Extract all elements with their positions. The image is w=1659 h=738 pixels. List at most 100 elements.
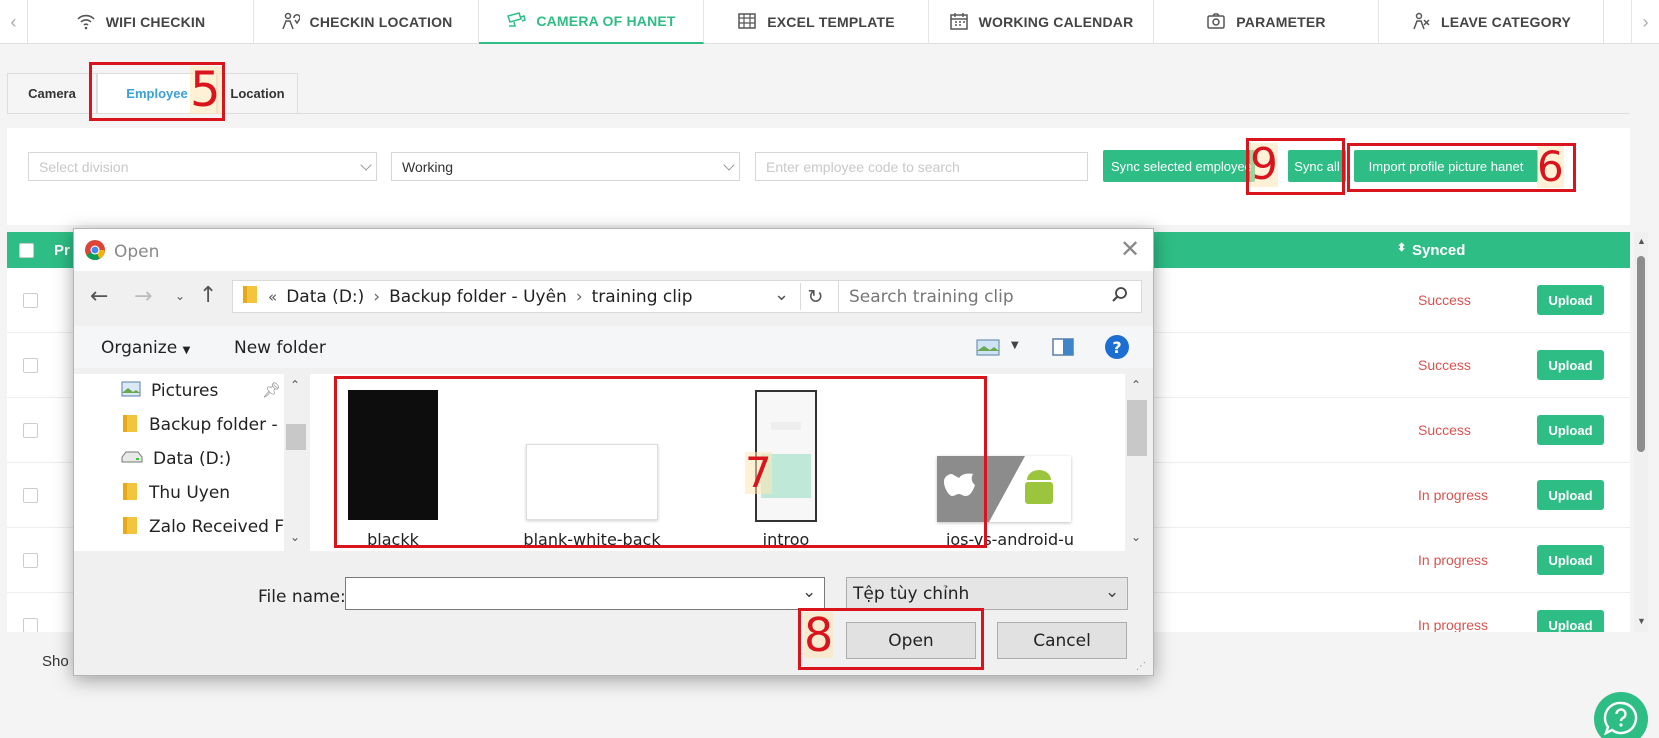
annotation-number-7: 7 [745, 448, 772, 497]
address-dropdown-icon[interactable]: ⌄ [774, 284, 789, 305]
status-value: Working [402, 158, 454, 175]
back-arrow-icon[interactable]: ← [90, 284, 108, 309]
wifi-icon [76, 12, 96, 33]
refresh-icon[interactable]: ↻ [800, 283, 830, 310]
nav-item-pictures[interactable]: Pictures 📌︎ [121, 374, 281, 408]
chevron-down-icon: ⌄ [1105, 582, 1120, 602]
tab-checkin-location[interactable]: CHECKIN LOCATION [254, 0, 479, 44]
breadcrumb-item[interactable]: training clip [592, 287, 693, 307]
row-checkbox[interactable] [23, 488, 38, 503]
nav-item-label: Data (D:) [153, 449, 232, 469]
tab-parameter[interactable]: PARAMETER [1154, 0, 1379, 44]
folder-icon [121, 413, 139, 438]
breadcrumb-separator-icon[interactable]: › [373, 287, 380, 307]
upload-button[interactable]: Upload [1537, 545, 1604, 575]
table-scrollbar[interactable]: ▲ ▼ [1634, 232, 1648, 632]
search-icon [1111, 286, 1129, 309]
tabs-scroll-left-icon[interactable]: ‹ [0, 0, 28, 44]
upload-button[interactable]: Upload [1537, 350, 1604, 380]
annotation-number-6: 6 [1537, 142, 1564, 191]
row-checkbox[interactable] [23, 423, 38, 438]
nav-item-zalo-received[interactable]: Zalo Received Fil [121, 510, 292, 544]
pictures-icon [121, 381, 141, 402]
new-folder-button[interactable]: New folder [234, 338, 326, 358]
annotation-number-8: 8 [804, 608, 834, 662]
nav-item-backup-folder[interactable]: Backup folder - U [121, 408, 295, 442]
tab-camera-of-hanet[interactable]: CAMERA OF HANET [479, 0, 704, 44]
recent-locations-chevron-icon[interactable]: ⌄ [175, 289, 185, 303]
scroll-down-icon[interactable]: ⌄ [1131, 530, 1141, 544]
tab-working-calendar[interactable]: WORKING CALENDAR [929, 0, 1154, 44]
folder-icon [241, 284, 259, 309]
drive-icon [121, 449, 143, 469]
header-synced: Synced [1412, 242, 1466, 259]
header-first-column: Pr [54, 242, 70, 259]
employee-search-input[interactable]: Enter employee code to search [755, 152, 1088, 181]
tab-label: WIFI CHECKIN [105, 14, 206, 30]
scroll-thumb[interactable] [286, 424, 306, 450]
nav-item-data-drive[interactable]: Data (D:) [121, 442, 231, 476]
file-pane-scrollbar[interactable]: ⌃ ⌄ [1125, 374, 1149, 551]
division-placeholder: Select division [39, 158, 129, 175]
sort-icon[interactable]: ⬍ [1397, 241, 1406, 254]
scroll-thumb[interactable] [1637, 256, 1645, 452]
help-chat-button[interactable] [1594, 692, 1648, 738]
scroll-thumb[interactable] [1127, 400, 1147, 456]
upload-button[interactable]: Upload [1537, 415, 1604, 445]
upload-button[interactable]: Upload [1537, 285, 1604, 315]
row-checkbox[interactable] [23, 618, 38, 632]
breadcrumb-item[interactable]: Data (D:) [286, 287, 364, 307]
nav-pane-scrollbar[interactable]: ⌃ ⌄ [284, 374, 308, 551]
sync-status: In progress [1418, 552, 1489, 568]
tabs-scroll-right-icon[interactable]: › [1631, 0, 1659, 44]
overflow-chevron-icon[interactable]: « [268, 288, 277, 306]
organize-button[interactable]: Organize ▼ [101, 338, 190, 358]
camera-cctv-icon [506, 11, 527, 32]
camera-icon [1206, 12, 1226, 33]
division-select[interactable]: Select division [28, 152, 377, 181]
subtab-location[interactable]: Location [217, 73, 298, 113]
resize-grip-icon[interactable]: ⋰ [1136, 661, 1146, 672]
preview-pane-icon[interactable] [1052, 338, 1074, 360]
view-options-icon[interactable] [976, 339, 1000, 360]
help-chat-icon [1602, 699, 1640, 738]
tab-excel-template[interactable]: EXCEL TEMPLATE [704, 0, 929, 44]
chevron-down-icon [360, 159, 372, 171]
breadcrumb-separator-icon[interactable]: › [576, 287, 583, 307]
location-person-icon [280, 12, 301, 33]
status-select[interactable]: Working [391, 152, 740, 181]
up-arrow-icon[interactable]: ↑ [199, 283, 217, 308]
tab-wifi-checkin[interactable]: WIFI CHECKIN [28, 0, 254, 44]
dialog-search-input[interactable]: Search training clip [838, 280, 1142, 313]
help-icon[interactable]: ? [1105, 335, 1129, 359]
address-bar[interactable]: « Data (D:) › Backup folder - Uyên › tra… [232, 280, 868, 313]
scroll-up-icon[interactable]: ⌃ [290, 378, 300, 392]
scroll-down-icon[interactable]: ⌄ [290, 530, 300, 544]
scroll-up-icon[interactable]: ▲ [1637, 236, 1646, 246]
scroll-down-icon[interactable]: ▼ [1637, 616, 1646, 626]
file-type-select[interactable]: Tệp tùy chỉnh ⌄ [846, 577, 1128, 610]
row-checkbox[interactable] [23, 293, 38, 308]
sync-status: Success [1418, 292, 1471, 308]
tab-leave-category[interactable]: LEAVE CATEGORY [1379, 0, 1604, 44]
search-placeholder: Enter employee code to search [766, 158, 960, 175]
upload-button[interactable]: Upload [1537, 610, 1604, 632]
leave-person-icon [1411, 12, 1431, 33]
scroll-up-icon[interactable]: ⌃ [1131, 378, 1141, 392]
chevron-down-icon[interactable]: ⌄ [802, 582, 816, 602]
sync-selected-button[interactable]: Sync selected employee [1103, 150, 1255, 182]
close-icon[interactable]: ✕ [1120, 235, 1140, 263]
row-checkbox[interactable] [23, 553, 38, 568]
tab-label: CHECKIN LOCATION [309, 14, 453, 30]
file-name-input[interactable]: ⌄ [345, 577, 825, 610]
subtab-camera[interactable]: Camera [7, 73, 97, 113]
view-dropdown-icon[interactable]: ▼ [1011, 340, 1019, 351]
upload-button[interactable]: Upload [1537, 480, 1604, 510]
select-all-checkbox[interactable] [19, 243, 34, 258]
nav-item-thu-uyen[interactable]: Thu Uyen [121, 476, 230, 510]
forward-arrow-icon[interactable]: → [134, 284, 152, 309]
breadcrumb-item[interactable]: Backup folder - Uyên [389, 287, 567, 307]
row-checkbox[interactable] [23, 358, 38, 373]
cancel-button[interactable]: Cancel [997, 622, 1127, 659]
pin-icon[interactable]: 📌︎ [262, 381, 281, 399]
